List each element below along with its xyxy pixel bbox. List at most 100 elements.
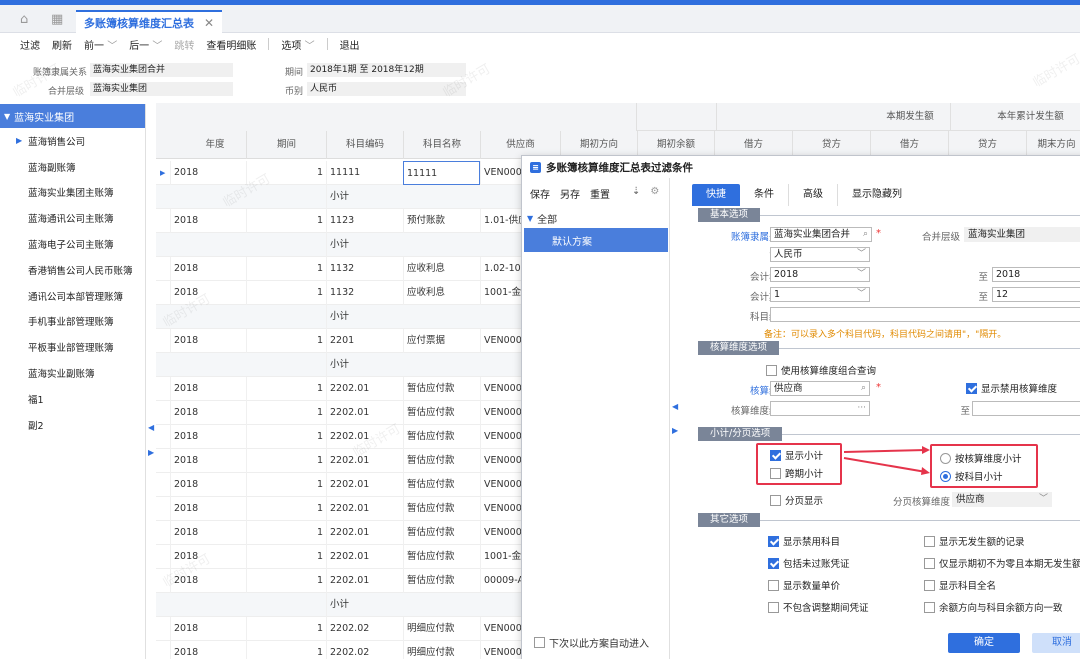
auto-enter-option[interactable]: 下次以此方案自动进入 (534, 635, 649, 650)
table-cell[interactable]: 2018 (170, 209, 246, 233)
other-option[interactable]: 包括未过账凭证 (768, 556, 850, 570)
table-cell[interactable]: 2018 (170, 161, 246, 185)
tree-item[interactable]: 副2 (0, 412, 145, 438)
tab-advanced[interactable]: 高级 (788, 184, 837, 206)
table-cell[interactable]: 暂估应付款 (403, 521, 480, 545)
scheme-all[interactable]: ▼ 全部 (522, 208, 670, 228)
table-cell[interactable]: 暂估应付款 (403, 377, 480, 401)
exclude-adjust-checkbox[interactable] (768, 601, 779, 613)
other-option[interactable]: 显示禁用科目 (768, 534, 840, 548)
cancel-button[interactable]: 取消 (1032, 633, 1080, 653)
table-cell[interactable]: 小计 (326, 353, 403, 377)
year-from-select[interactable]: 2018 ﹀ (770, 267, 870, 282)
view-detail-button[interactable]: 查看明细账 (206, 37, 256, 52)
paging-option[interactable]: 分页显示 (770, 493, 823, 507)
search-icon[interactable]: ⌕ (861, 382, 866, 395)
next-button[interactable]: 后一 ﹀ (129, 37, 162, 52)
dimension-input[interactable]: 供应商 ⌕ (770, 381, 870, 396)
balance-direction-checkbox[interactable] (924, 601, 935, 613)
merge-level-input[interactable]: 蓝海实业集团 (964, 227, 1080, 242)
other-option[interactable]: 显示无发生额的记录 (924, 534, 1025, 548)
expand-right-icon[interactable]: ▶ (672, 426, 678, 435)
table-cell[interactable]: 1 (246, 473, 326, 497)
tree-item[interactable]: 手机事业部管理账簿 (0, 309, 145, 335)
tab-columns[interactable]: 显示隐藏列 (837, 184, 916, 206)
search-icon[interactable]: ⌕ (863, 228, 868, 241)
table-cell[interactable]: 应付票据 (403, 329, 480, 353)
table-cell[interactable]: 1 (246, 257, 326, 281)
table-cell[interactable]: 2018 (170, 449, 246, 473)
combo-query-checkbox[interactable] (766, 364, 777, 376)
table-cell[interactable]: 1 (246, 449, 326, 473)
table-cell[interactable]: 1 (246, 545, 326, 569)
table-cell[interactable]: 11111 (326, 161, 403, 185)
show-qty-price-checkbox[interactable] (768, 579, 779, 591)
tab-report[interactable]: 多账簿核算维度汇总表 ✕ (76, 10, 223, 34)
show-disabled-account-checkbox[interactable] (768, 535, 779, 547)
table-cell[interactable]: 2202.01 (326, 377, 403, 401)
table-cell[interactable]: 2202.01 (326, 521, 403, 545)
table-cell[interactable]: 2018 (170, 497, 246, 521)
table-cell[interactable]: 小计 (326, 185, 403, 209)
table-cell[interactable]: 明细应付款 (403, 641, 480, 659)
include-unposted-checkbox[interactable] (768, 557, 779, 569)
table-cell[interactable]: 2018 (170, 377, 246, 401)
refresh-button[interactable]: 刷新 (52, 37, 72, 52)
table-cell[interactable]: 1 (246, 641, 326, 659)
dim-code-input[interactable]: ··· (770, 401, 870, 416)
save-button[interactable]: 保存 (530, 186, 550, 201)
dim-code-to-input[interactable] (972, 401, 1080, 416)
filter-button[interactable]: 过滤 (20, 37, 40, 52)
auto-enter-checkbox[interactable] (534, 637, 545, 648)
options-button[interactable]: 选项 ﹀ (281, 37, 314, 52)
table-cell[interactable]: 暂估应付款 (403, 497, 480, 521)
collapse-left-icon[interactable]: ◀ (148, 423, 154, 432)
other-option[interactable]: 仅显示期初不为零且本期无发生额的 (924, 556, 1080, 570)
prev-button[interactable]: 前一 ﹀ (84, 37, 117, 52)
table-cell[interactable]: 1132 (326, 281, 403, 305)
show-no-amount-checkbox[interactable] (924, 535, 935, 547)
other-option[interactable]: 显示数量单价 (768, 578, 840, 592)
table-cell[interactable]: 2018 (170, 425, 246, 449)
tab-quick[interactable]: 快捷 (692, 184, 740, 206)
table-cell[interactable]: 1132 (326, 257, 403, 281)
more-icon[interactable]: ··· (857, 402, 866, 415)
table-cell[interactable]: 应收利息 (403, 257, 480, 281)
page-dim-select[interactable]: 供应商 ﹀ (952, 492, 1052, 507)
year-to-select[interactable]: 2018 (992, 267, 1080, 282)
table-cell[interactable]: 暂估应付款 (403, 545, 480, 569)
collapse-left-icon[interactable]: ◀ (672, 402, 678, 411)
table-cell[interactable]: 2202.01 (326, 545, 403, 569)
table-cell[interactable]: 暂估应付款 (403, 401, 480, 425)
table-cell[interactable]: 1123 (326, 209, 403, 233)
col-account-name[interactable]: 科目名称 (403, 131, 480, 159)
col-period[interactable]: 期间 (246, 131, 326, 159)
expand-right-icon[interactable]: ▶ (148, 448, 154, 457)
home-icon[interactable]: ⌂ (20, 12, 28, 27)
period-to-select[interactable]: 12 (992, 287, 1080, 302)
combo-query-option[interactable]: 使用核算维度组合查询 (766, 363, 876, 377)
currency-select[interactable]: 人民币 ﹀ (770, 247, 870, 262)
table-cell[interactable]: 1 (246, 401, 326, 425)
table-cell[interactable]: 1 (246, 209, 326, 233)
table-cell[interactable]: 预付账款 (403, 209, 480, 233)
show-full-name-checkbox[interactable] (924, 579, 935, 591)
table-cell[interactable]: 1 (246, 497, 326, 521)
show-disabled-dim-option[interactable]: 显示禁用核算维度 (966, 381, 1057, 395)
tree-item[interactable]: 蓝海实业副账簿 (0, 360, 145, 386)
table-cell[interactable]: 2018 (170, 473, 246, 497)
table-cell[interactable]: 2202.02 (326, 641, 403, 659)
tree-item[interactable]: 蓝海实业集团主账簿 (0, 180, 145, 206)
close-icon[interactable]: ✕ (204, 16, 214, 30)
table-cell[interactable]: 2201 (326, 329, 403, 353)
table-cell[interactable]: 1 (246, 617, 326, 641)
table-cell[interactable]: 1 (246, 521, 326, 545)
table-cell[interactable]: 2202.01 (326, 473, 403, 497)
table-cell[interactable]: 暂估应付款 (403, 425, 480, 449)
exit-button[interactable]: 退出 (340, 37, 360, 52)
other-option[interactable]: 不包含调整期间凭证 (768, 600, 869, 614)
table-cell[interactable]: 1 (246, 329, 326, 353)
table-cell[interactable]: 1 (246, 569, 326, 593)
table-cell[interactable]: 2202.02 (326, 617, 403, 641)
tree-item[interactable]: ▶ 蓝海销售公司 (0, 128, 145, 154)
